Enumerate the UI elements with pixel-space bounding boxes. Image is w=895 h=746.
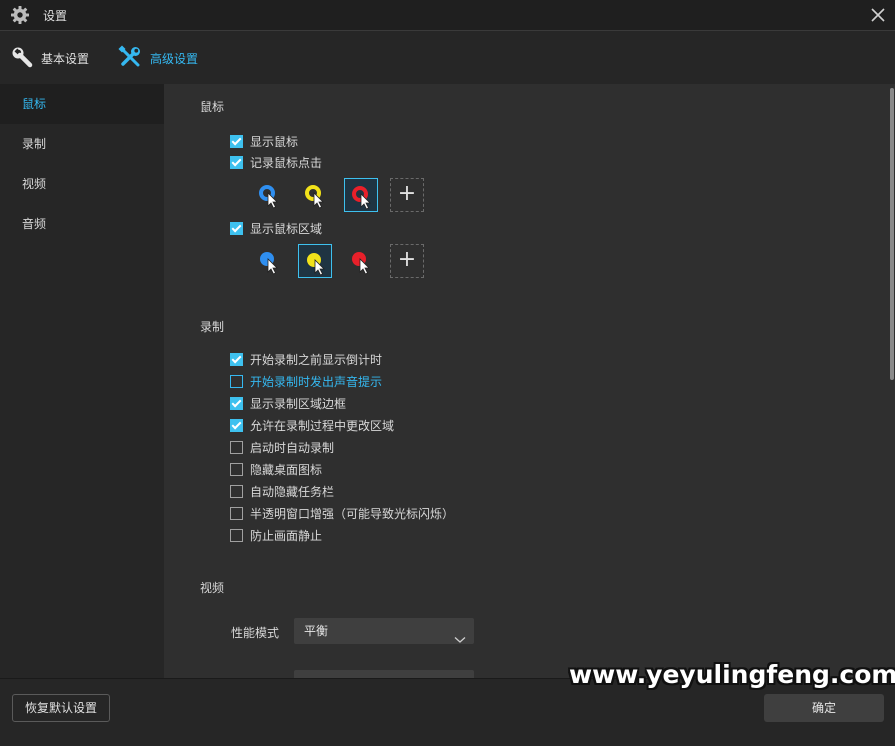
tab-advanced-settings[interactable]: 高级设置 bbox=[118, 44, 199, 72]
checkbox[interactable] bbox=[230, 484, 243, 498]
section-title-recording: 录制 bbox=[200, 320, 225, 334]
checkbox-label: 半透明窗口增强（可能导致光标闪烁） bbox=[250, 506, 455, 521]
next-setting-select[interactable] bbox=[294, 670, 474, 678]
yellow-dot-cursor-icon[interactable] bbox=[298, 244, 332, 278]
checkbox-label: 隐藏桌面图标 bbox=[250, 462, 323, 477]
checkbox-label: 开始录制时发出声音提示 bbox=[250, 374, 383, 389]
checkbox-label: 开始录制之前显示倒计时 bbox=[250, 352, 383, 367]
checkbox[interactable] bbox=[230, 134, 243, 148]
scrollbar-thumb[interactable] bbox=[890, 88, 894, 380]
section-title-video: 视频 bbox=[200, 581, 225, 595]
show-cursor-area-checkbox[interactable]: 显示鼠标区域 bbox=[230, 220, 322, 236]
checkbox[interactable] bbox=[230, 528, 243, 542]
transparent-window-checkbox[interactable]: 半透明窗口增强（可能导致光标闪烁） bbox=[230, 505, 454, 521]
checkbox[interactable] bbox=[230, 396, 243, 410]
add-area-style-button[interactable]: + bbox=[390, 244, 424, 278]
checkbox-label: 记录鼠标点击 bbox=[250, 155, 323, 170]
sidebar-item-video[interactable]: 视频 bbox=[0, 164, 164, 204]
change-area-checkbox[interactable]: 允许在录制过程中更改区域 bbox=[230, 417, 394, 433]
select-value: 平衡 bbox=[304, 624, 329, 638]
close-icon[interactable] bbox=[868, 5, 888, 25]
checkbox-label: 显示鼠标 bbox=[250, 134, 299, 149]
tab-bar: 基本设置 高级设置 bbox=[0, 31, 895, 84]
record-clicks-checkbox[interactable]: 记录鼠标点击 bbox=[230, 154, 322, 170]
settings-panel[interactable]: 鼠标 显示鼠标 记录鼠标点击 + 显示鼠标区域 + 录制 开始录制之前显示倒计时… bbox=[164, 84, 888, 678]
red-dot-cursor-icon[interactable] bbox=[344, 244, 378, 278]
performance-mode-select[interactable]: 平衡 bbox=[294, 618, 474, 644]
ok-button[interactable]: 确定 bbox=[764, 694, 884, 722]
checkbox[interactable] bbox=[230, 418, 243, 432]
checkbox-label: 自动隐藏任务栏 bbox=[250, 484, 335, 499]
add-click-style-button[interactable]: + bbox=[390, 178, 424, 212]
prevent-still-checkbox[interactable]: 防止画面静止 bbox=[230, 527, 322, 543]
checkbox[interactable] bbox=[230, 440, 243, 454]
checkbox[interactable] bbox=[230, 155, 243, 169]
checkbox[interactable] bbox=[230, 506, 243, 520]
checkbox-label: 允许在录制过程中更改区域 bbox=[250, 418, 395, 433]
checkbox-label: 防止画面静止 bbox=[250, 528, 323, 543]
checkbox-label: 显示录制区域边框 bbox=[250, 396, 347, 411]
checkbox[interactable] bbox=[230, 221, 243, 235]
checkbox-label: 显示鼠标区域 bbox=[250, 221, 323, 236]
yellow-ring-cursor-icon[interactable] bbox=[298, 178, 332, 212]
sound-prompt-checkbox[interactable]: 开始录制时发出声音提示 bbox=[230, 373, 382, 389]
countdown-checkbox[interactable]: 开始录制之前显示倒计时 bbox=[230, 351, 382, 367]
performance-mode-label: 性能模式 bbox=[231, 626, 280, 640]
title-bar: 设置 bbox=[0, 0, 895, 30]
checkbox-label: 启动时自动录制 bbox=[250, 440, 335, 455]
hide-desktop-icons-checkbox[interactable]: 隐藏桌面图标 bbox=[230, 461, 322, 477]
tab-basic-settings-label: 基本设置 bbox=[41, 51, 90, 66]
sidebar-item-mouse[interactable]: 鼠标 bbox=[0, 84, 164, 124]
sidebar-item-recording[interactable]: 录制 bbox=[0, 124, 164, 164]
show-border-checkbox[interactable]: 显示录制区域边框 bbox=[230, 395, 346, 411]
red-ring-cursor-icon[interactable] bbox=[344, 178, 378, 212]
hide-taskbar-checkbox[interactable]: 自动隐藏任务栏 bbox=[230, 483, 334, 499]
chevron-down-icon bbox=[454, 627, 466, 653]
checkbox[interactable] bbox=[230, 352, 243, 366]
blue-dot-cursor-icon[interactable] bbox=[252, 244, 286, 278]
checkbox[interactable] bbox=[230, 462, 243, 476]
tab-basic-settings[interactable]: 基本设置 bbox=[11, 45, 89, 71]
sidebar: 鼠标 录制 视频 音频 bbox=[0, 84, 164, 678]
reset-defaults-button[interactable]: 恢复默认设置 bbox=[12, 694, 110, 722]
watermark: www.yeyulingfeng.com bbox=[569, 660, 895, 689]
section-title-mouse: 鼠标 bbox=[200, 100, 225, 114]
wrench-icon bbox=[11, 46, 33, 71]
window-title: 设置 bbox=[43, 9, 68, 23]
scrollbar[interactable] bbox=[888, 84, 895, 678]
checkbox[interactable] bbox=[230, 374, 243, 388]
show-cursor-checkbox[interactable]: 显示鼠标 bbox=[230, 133, 298, 149]
tab-advanced-settings-label: 高级设置 bbox=[150, 51, 199, 66]
blue-ring-cursor-icon[interactable] bbox=[252, 178, 286, 212]
sidebar-item-audio[interactable]: 音频 bbox=[0, 204, 164, 244]
tools-icon bbox=[118, 44, 142, 72]
gear-icon bbox=[10, 5, 30, 28]
auto-record-checkbox[interactable]: 启动时自动录制 bbox=[230, 439, 334, 455]
